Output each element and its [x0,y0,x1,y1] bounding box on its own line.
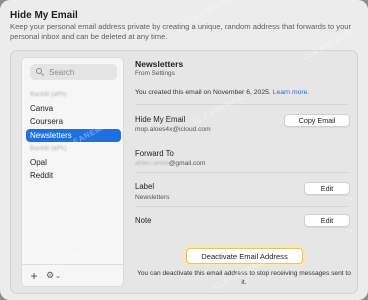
list-item[interactable]: Canva [26,102,121,115]
forward-to-value: ahlen.simm@gmail.com [135,160,205,167]
chevron-down-icon[interactable]: ⌄ [55,272,61,280]
divider [135,104,348,105]
divider [135,172,348,173]
detail-title: Newsletters [135,59,184,69]
list-item[interactable]: Backlit (aPh) [26,142,121,155]
sidebar-footer: + ⚙ ⌄ [22,264,123,286]
list-item[interactable]: Backlit (aPh) [26,88,121,101]
list-item[interactable]: Reddit [26,169,121,182]
list-item-selected[interactable]: Newsletters [26,128,121,142]
content-panel: Search Backlit (aPh) Canva Coursera News… [10,50,358,294]
search-placeholder: Search [49,67,75,77]
hide-my-email-label: Hide My Email [135,115,186,124]
search-field[interactable]: Search [30,64,117,80]
created-date-text: You created this email on November 6, 20… [135,89,271,96]
detail-subtitle: From Settings [135,70,175,77]
edit-label-button[interactable]: Edit [304,182,350,195]
copy-email-button[interactable]: Copy Email [284,114,350,127]
address-list: Backlit (aPh) Canva Coursera Newsletters… [26,88,121,183]
deactivate-highlight: Deactivate Email Address [184,246,305,266]
deactivate-note: You can deactivate this email address to… [137,270,351,286]
dialog-description: Keep your personal email address private… [10,22,352,41]
label-field-value: Newsletters [135,194,170,201]
label-field-label: Label [135,182,155,191]
forward-to-domain: @gmail.com [168,160,206,167]
dialog-title: Hide My Email [10,10,78,21]
forward-to-hidden: ahlen.simm [135,160,169,167]
learn-more-link[interactable]: Learn more. [273,89,310,96]
hide-my-email-value: mop.aloes4x@icloud.com [135,126,211,133]
gear-icon[interactable]: ⚙ [46,270,54,281]
dialog-header: Hide My Email Keep your personal email a… [10,10,358,41]
divider [135,206,348,207]
hide-my-email-dialog: Hide My Email Keep your personal email a… [0,0,368,300]
created-text: You created this email on November 6, 20… [135,89,309,96]
search-icon [35,67,45,77]
sidebar: Search Backlit (aPh) Canva Coursera News… [21,57,124,287]
detail-pane: Newsletters From Settings You created th… [126,57,352,289]
list-item[interactable]: Coursera [26,115,121,128]
deactivate-email-button[interactable]: Deactivate Email Address [186,248,303,264]
edit-note-button[interactable]: Edit [304,214,350,227]
note-label: Note [135,216,152,225]
list-item[interactable]: Opal [26,156,121,169]
forward-to-label: Forward To [135,149,174,158]
add-button[interactable]: + [28,269,40,283]
